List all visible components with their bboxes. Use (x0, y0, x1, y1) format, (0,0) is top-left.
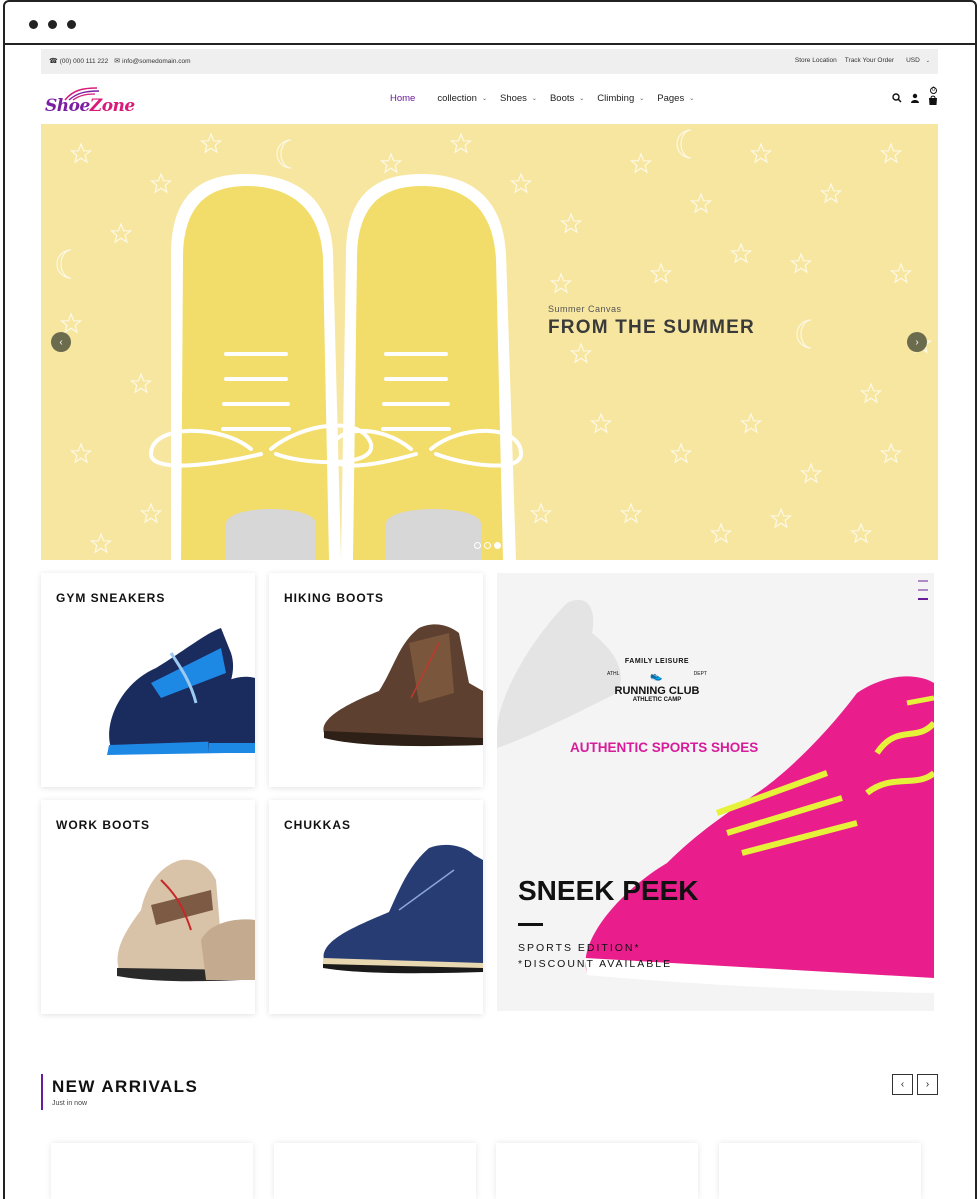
window-dot-icon[interactable] (67, 20, 76, 29)
window-dot-icon[interactable] (48, 20, 57, 29)
promo-title: SNEEK PEEK (518, 875, 699, 906)
boot-image (323, 624, 483, 747)
nav-item-climbing[interactable]: Climbing ⌄ (597, 93, 644, 104)
cart-icon (929, 95, 937, 105)
nav-item-boots[interactable]: Boots ⌄ (550, 93, 584, 104)
nav-label: Shoes (499, 93, 527, 104)
chevron-right-icon: › (925, 1079, 930, 1090)
pagination-line[interactable] (918, 580, 928, 582)
product-card[interactable] (496, 1143, 698, 1199)
chevron-down-icon: ⌄ (689, 96, 695, 102)
phone-text: (00) 000 111 222 (59, 57, 109, 65)
track-order-link[interactable]: Track Your Order (845, 57, 894, 64)
nav-item-shoes[interactable]: Shoes ⌄ (500, 93, 537, 104)
pagination-line[interactable] (918, 589, 928, 591)
promo-banner[interactable]: FAMILY LEISURE ATHL 👟 DEPT RUNNING CLUB … (497, 573, 934, 1011)
email-contact[interactable]: ✉ info@somedomain.com (114, 57, 191, 66)
chevron-left-icon: ‹ (900, 1079, 905, 1090)
email-text: info@somedomain.com (122, 57, 191, 65)
hero-subtitle: Summer Canvas (548, 304, 622, 314)
header-icons: 0 (892, 87, 938, 105)
user-icon[interactable] (910, 93, 920, 103)
chevron-down-icon: ⌄ (531, 96, 537, 102)
cart-button[interactable]: 0 (928, 87, 938, 105)
promo-line-1: SPORTS EDITION* (518, 942, 641, 954)
nav-label: Pages (657, 93, 685, 104)
sneaker-image (107, 628, 255, 755)
browser-window: ☎ (00) 000 111 222 ✉ info@somedomain.com… (0, 0, 980, 1199)
main-nav: Home collection ⌄ Shoes ⌄ Boots ⌄ Climbi… (390, 93, 707, 104)
running-club-logo: FAMILY LEISURE ATHL 👟 DEPT RUNNING CLUB … (607, 658, 707, 703)
hero-next-button[interactable]: › (907, 332, 927, 352)
hero-dot-active[interactable] (494, 542, 501, 549)
boot-image (117, 859, 255, 982)
site-header: ShoeZone Home collection ⌄ Shoes ⌄ Boots… (41, 80, 938, 120)
window-dot-icon[interactable] (29, 20, 38, 29)
nav-label: collection (437, 93, 477, 104)
phone-contact[interactable]: ☎ (00) 000 111 222 (49, 57, 109, 66)
promo-divider (518, 923, 543, 926)
phone-icon: ☎ (49, 58, 58, 65)
window-border (3, 44, 5, 1199)
window-controls (29, 20, 76, 29)
chevron-down-icon: ⌄ (925, 57, 930, 64)
category-card-work-boots[interactable]: WORK BOOTS (41, 800, 255, 1014)
shoe-right (341, 174, 516, 560)
promo-tagline: AUTHENTIC SPORTS SHOES (570, 740, 759, 755)
nav-label: Climbing (597, 93, 635, 104)
site-logo[interactable]: ShoeZone (45, 86, 155, 116)
chevron-down-icon: ⌄ (579, 96, 585, 102)
search-icon[interactable] (892, 93, 902, 103)
hero-pagination (474, 542, 501, 549)
category-card-gym-sneakers[interactable]: GYM SNEAKERS (41, 573, 255, 787)
nav-item-pages[interactable]: Pages ⌄ (657, 93, 694, 104)
cart-count: 0 (930, 87, 937, 94)
hero-dot[interactable] (474, 542, 481, 549)
product-card[interactable] (719, 1143, 921, 1199)
currency-select[interactable]: USD ⌄ (906, 57, 930, 64)
window-border (975, 44, 977, 1199)
product-card[interactable] (274, 1143, 476, 1199)
logo-text: ShoeZone (45, 96, 135, 116)
promo-pagination (918, 580, 928, 600)
arrivals-prev-button[interactable]: ‹ (892, 1074, 913, 1095)
top-info-bar: ☎ (00) 000 111 222 ✉ info@somedomain.com… (41, 49, 938, 74)
nav-label: Boots (549, 93, 575, 104)
shoe-left (171, 174, 341, 560)
nav-item-home[interactable]: Home (390, 93, 415, 104)
hero-slider: Summer Canvas FROM THE SUMMER ‹ › (41, 124, 938, 560)
promo-line-2: *DISCOUNT AVAILABLE (518, 958, 673, 970)
chevron-down-icon: ⌄ (639, 96, 645, 102)
window-titlebar (3, 0, 977, 45)
currency-value: USD (906, 57, 920, 64)
envelope-icon: ✉ (114, 58, 121, 65)
hero-prev-button[interactable]: ‹ (51, 332, 71, 352)
new-arrivals-header: NEW ARRIVALS Just in now (41, 1074, 198, 1110)
category-card-chukkas[interactable]: CHUKKAS (269, 800, 483, 1014)
nav-label: Home (390, 93, 416, 104)
section-title: NEW ARRIVALS (52, 1077, 199, 1096)
arrivals-next-button[interactable]: › (917, 1074, 938, 1095)
chevron-down-icon: ⌄ (481, 96, 487, 102)
chevron-left-icon: ‹ (59, 336, 63, 348)
category-card-hiking-boots[interactable]: HIKING BOOTS (269, 573, 483, 787)
product-card[interactable] (51, 1143, 253, 1199)
hero-title: FROM THE SUMMER (548, 317, 755, 338)
store-location-link[interactable]: Store Location (795, 57, 837, 64)
nav-item-collection[interactable]: collection ⌄ (437, 93, 487, 104)
sneaker-icon: 👟 (650, 671, 663, 682)
hero-dot[interactable] (484, 542, 491, 549)
pagination-line-active[interactable] (918, 598, 928, 600)
chukka-image (323, 844, 483, 974)
chevron-right-icon: › (915, 336, 919, 348)
hero-image (41, 124, 938, 560)
section-subtitle: Just in now (52, 1100, 88, 1107)
